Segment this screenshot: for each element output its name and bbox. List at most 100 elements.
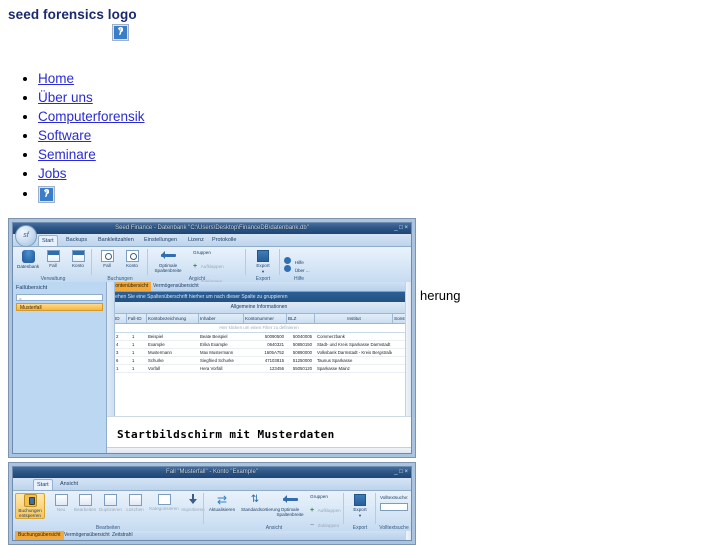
vertical-scrollbar[interactable] (405, 531, 411, 540)
ribbon-tab-start[interactable]: Start (33, 479, 53, 490)
tab-vermoegensuebersicht[interactable]: Vermögensübersicht (61, 531, 113, 540)
ribbon-group-ansicht: Optimale Spaltenbreite Gruppen + Aufklap… (149, 247, 245, 285)
case-search-input[interactable]: = (16, 294, 103, 301)
nav-link-seminare[interactable]: Seminare (38, 147, 96, 162)
ribbon-item-ueber[interactable]: Über ... (284, 260, 310, 275)
ribbon-button-optimale-spaltenbreite[interactable]: Optimale Spaltenbreite (275, 494, 305, 517)
nav-item-seminare[interactable]: Seminare (38, 146, 145, 163)
ribbon-button-kategorisieren[interactable]: Kategorisieren (149, 494, 179, 511)
document-icon (46, 250, 60, 262)
ribbon-tab-ansicht[interactable]: Ansicht (57, 479, 81, 489)
ribbon-button-optimale-spaltenbreite[interactable]: Optimale Spaltenbreite (153, 250, 183, 273)
ribbon-button-standardsortierung[interactable]: ⇅ Standardsortierung (241, 494, 280, 512)
ribbon-button-datenbank[interactable]: Datenbank (17, 250, 39, 269)
group-drop-band[interactable]: Ziehen Sie eine Spaltenüberschrift hierh… (107, 292, 411, 302)
col-header-kontonummer[interactable]: Kontonummer (244, 314, 287, 323)
ribbon-button-fall[interactable]: Fall (42, 250, 64, 268)
col-header-blz[interactable]: BLZ (287, 314, 315, 323)
nav-item-software[interactable]: Software (38, 127, 145, 144)
table-row[interactable]: 3 1 Mustermann Max Mustermann 1605A752 5… (107, 349, 411, 357)
dropdown-caret-icon[interactable]: ▾ (349, 513, 371, 518)
tab-zeitstrahl[interactable]: Zeitstrahl (109, 531, 136, 540)
lock-icon (23, 494, 37, 507)
window-controls[interactable]: _ □ × (394, 468, 408, 477)
ribbon-item-label: Aufklappen (317, 508, 341, 513)
ribbon-tab-bankleitzahlen[interactable]: Bankleitzahlen (95, 235, 137, 245)
volltextsuche-input[interactable] (380, 503, 408, 511)
nav-link-ueber-uns[interactable]: Über uns (38, 90, 93, 105)
ribbon-separator (375, 493, 376, 524)
window-title: Seed Finance - Datenbank "C:\Users\Deskt… (115, 225, 309, 231)
cell-blz: 55050120 (292, 366, 312, 371)
ribbon-button-label: Export (256, 263, 270, 268)
app-window-fall-konto: Fall "Musterfall" - Konto "Example" _ □ … (12, 466, 412, 541)
cell-fall-id: 1 (132, 358, 135, 363)
dropdown-caret-icon[interactable]: ▾ (252, 269, 274, 274)
nav-item-computerforensik[interactable]: Computerforensik (38, 108, 145, 125)
document-icon (54, 494, 68, 506)
nav-link-computerforensik[interactable]: Computerforensik (38, 109, 145, 124)
app-orb-button[interactable]: sf (15, 225, 37, 247)
cell-kontobezeichnung: Vorfall (148, 366, 160, 371)
tab-vermoegensuebersicht[interactable]: Vermögensübersicht (150, 282, 202, 291)
cell-kontobezeichnung: Schurke (148, 358, 164, 363)
column-band-allgemeine-informationen: Allgemeine Informationen (107, 302, 411, 314)
header-broken-image-icon[interactable] (112, 24, 129, 42)
grid-icon (257, 250, 269, 262)
ribbon-tab-backups[interactable]: Backups (63, 235, 90, 245)
body-text-fragment: herung (420, 288, 461, 303)
case-list-item-musterfall[interactable]: Musterfall (16, 303, 103, 311)
ribbon-tab-einstellungen[interactable]: Einstellungen (141, 235, 180, 245)
ribbon-button-bearbeiten[interactable]: Bearbeiten (74, 494, 96, 512)
tab-kontenuebersicht[interactable]: Kontenübersicht (109, 282, 152, 291)
nav-item-broken-icon[interactable] (38, 184, 145, 204)
window-titlebar: Fall "Musterfall" - Konto "Example" _ □ … (13, 467, 411, 478)
table-row[interactable]: 1 1 Vorfall Hera Vorfall 123456 55050120… (107, 365, 411, 373)
ribbon-group-export: Export ▾ Export (345, 491, 375, 532)
ribbon-button-aktualisieren[interactable]: ⇄ Aktualisieren (207, 494, 237, 512)
document-edit-icon (78, 494, 92, 506)
ribbon-button-loeschen[interactable]: Löschen (124, 494, 146, 512)
col-header-inhaber[interactable]: Inhaber (199, 314, 244, 323)
table-row[interactable]: 4 1 Example Erika Example 0640321 508501… (107, 341, 411, 349)
nav-link-software[interactable]: Software (38, 128, 91, 143)
col-header-institut[interactable]: Institut (315, 314, 393, 323)
screenshot-startbildschirm[interactable]: Seed Finance - Datenbank "C:\Users\Deskt… (8, 218, 416, 458)
cell-id: 1 (116, 366, 119, 371)
table-row[interactable]: 2 1 Beispiel Beate Beispiel 50090500 500… (107, 333, 411, 341)
ribbon-button-buchungen-fall[interactable]: Fall (96, 250, 118, 268)
table-row[interactable]: 6 1 Schurke Siegfried Schurke 47103815 5… (107, 357, 411, 365)
col-header-id[interactable]: ID (114, 314, 127, 323)
ribbon-button-konto[interactable]: Konto (67, 250, 89, 268)
col-header-kontobezeichnung[interactable]: Kontobezeichnung (147, 314, 199, 323)
ribbon-tab-lizenz[interactable]: Lizenz (185, 235, 207, 245)
ribbon-button-duplizieren[interactable]: Duplizieren (99, 494, 122, 512)
nav-link-home[interactable]: Home (38, 71, 74, 86)
horizontal-scrollbar[interactable] (107, 447, 411, 453)
ribbon-tab-protokolle[interactable]: Protokolle (209, 235, 239, 245)
ribbon-button-buchungen-entsperren[interactable]: Buchungen entsperren (15, 493, 45, 520)
ribbon-item-aufklappen[interactable]: + Aufklappen (310, 500, 341, 515)
nav-broken-image-icon[interactable] (38, 186, 55, 204)
nav-item-home[interactable]: Home (38, 70, 145, 87)
nav-item-ueber-uns[interactable]: Über uns (38, 89, 145, 106)
ribbon-tab-start[interactable]: Start (38, 235, 58, 246)
cell-institut: Commerzbank (317, 334, 345, 339)
ribbon-button-neu[interactable]: Neu (50, 494, 72, 512)
window-controls[interactable]: _ □ × (394, 224, 408, 233)
trash-icon (128, 494, 142, 506)
subgroup-label: Gruppen (310, 494, 328, 499)
col-header-fall-id[interactable]: Fall-ID (127, 314, 147, 323)
ribbon-button-export[interactable]: Export ▾ (252, 250, 274, 274)
ribbon-button-export[interactable]: Export ▾ (349, 494, 371, 518)
grid-filter-row[interactable]: Hier klicken um einen Filter zu definier… (107, 324, 411, 333)
cell-kontobezeichnung: Beispiel (148, 334, 164, 339)
nav-link-jobs[interactable]: Jobs (38, 166, 67, 181)
cell-kontobezeichnung: Example (148, 342, 165, 347)
ribbon-button-label: Datenbank (17, 264, 40, 269)
ribbon-button-buchungen-konto[interactable]: Konto (121, 250, 143, 268)
nav-item-jobs[interactable]: Jobs (38, 165, 145, 182)
tab-buchungsuebersicht[interactable]: Buchungsübersicht (15, 531, 64, 540)
ribbon-item-aufklappen[interactable]: + Aufklappen (193, 256, 224, 271)
screenshot-buchungsuebersicht[interactable]: Fall "Musterfall" - Konto "Example" _ □ … (8, 462, 416, 545)
